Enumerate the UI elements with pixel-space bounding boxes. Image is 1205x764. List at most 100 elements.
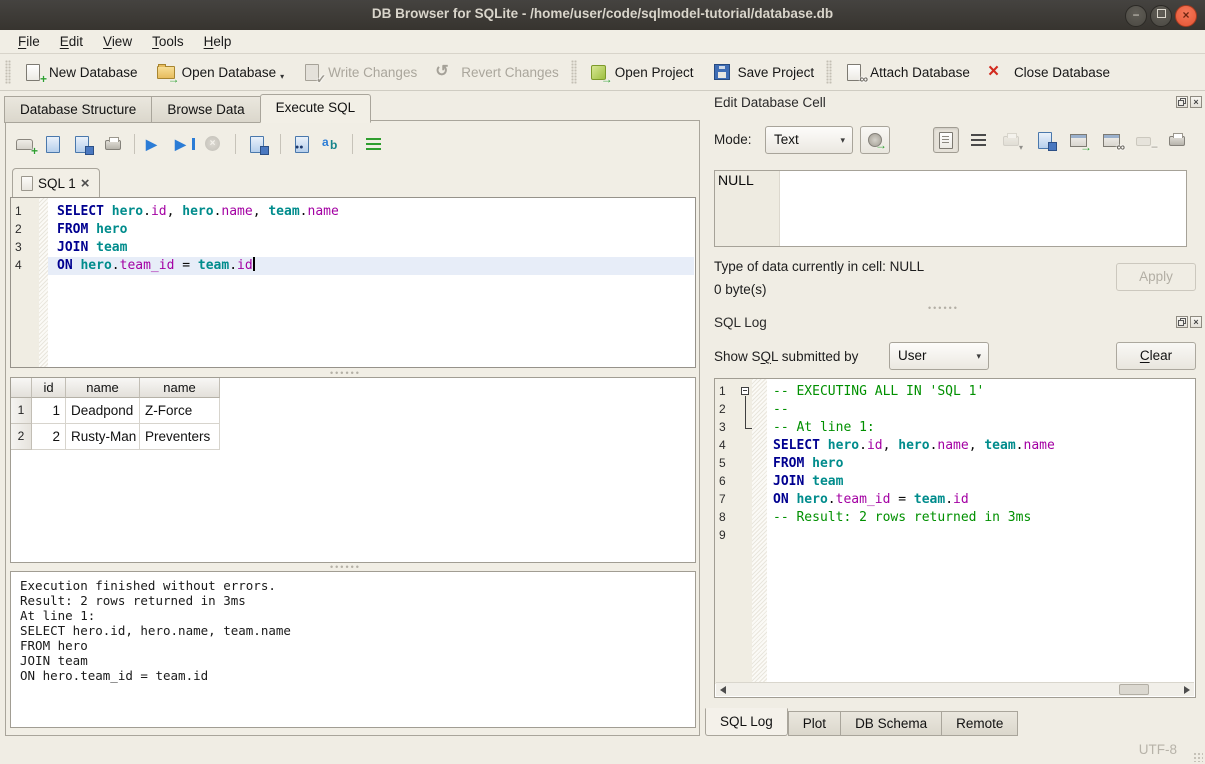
dock-tab-plot[interactable]: Plot: [788, 711, 840, 736]
open-sql-file-button[interactable]: [43, 135, 63, 153]
scroll-left-icon[interactable]: [716, 683, 730, 696]
fold-marker-icon[interactable]: [739, 383, 752, 401]
save-project-label: Save Project: [738, 65, 815, 80]
save-results-button[interactable]: ▾: [247, 135, 269, 153]
close-panel-icon[interactable]: ×: [1190, 316, 1202, 328]
code-line: 1-- EXECUTING ALL IN 'SQL 1': [715, 383, 1195, 401]
line-number: 3: [11, 240, 39, 254]
new-sql-tab-button[interactable]: +: [14, 135, 34, 153]
table-cell[interactable]: 1: [32, 398, 66, 424]
line-number: 4: [715, 438, 739, 452]
close-database-button[interactable]: ×Close Database: [979, 59, 1119, 85]
line-number: 3: [715, 420, 739, 434]
minimize-icon[interactable]: −: [1125, 5, 1147, 27]
scrollbar-thumb[interactable]: [1119, 684, 1149, 695]
link-cell-button[interactable]: ∞: [1098, 127, 1124, 153]
open-project-label: Open Project: [615, 65, 694, 80]
menu-item-help[interactable]: Help: [194, 32, 242, 51]
open-database-icon: →: [156, 63, 176, 81]
toolbar-group-handle[interactable]: [5, 60, 11, 84]
text-mode-button[interactable]: [933, 127, 959, 153]
close-sql-tab-icon[interactable]: ×: [81, 177, 90, 190]
write-changes-button: ✓Write Changes: [293, 59, 426, 85]
toolbar-group-handle[interactable]: [826, 60, 832, 84]
line-number: 5: [715, 456, 739, 470]
tab-browse-data[interactable]: Browse Data: [151, 96, 259, 123]
row-header[interactable]: 2: [11, 424, 32, 450]
log-filter-value: User: [898, 348, 927, 363]
close-panel-icon[interactable]: ×: [1190, 96, 1202, 108]
titlebar[interactable]: DB Browser for SQLite - /home/user/code/…: [0, 0, 1205, 31]
scroll-right-icon[interactable]: [1180, 683, 1194, 696]
tab-database-structure[interactable]: Database Structure: [4, 96, 151, 123]
sql-editor[interactable]: 1SELECT hero.id, hero.name, team.name2FR…: [10, 197, 696, 368]
attach-database-label: Attach Database: [870, 65, 970, 80]
results-corner-cell[interactable]: [11, 378, 32, 398]
apply-mode-button[interactable]: [860, 126, 890, 154]
table-row: 11DeadpondZ-Force: [11, 398, 695, 424]
results-grid[interactable]: idnamename11DeadpondZ-Force22Rusty-ManPr…: [10, 377, 696, 563]
table-cell[interactable]: Z-Force: [140, 398, 220, 424]
word-wrap-button[interactable]: [364, 135, 384, 153]
float-panel-icon[interactable]: [1176, 316, 1188, 328]
new-database-button[interactable]: +New Database: [14, 59, 147, 85]
table-cell[interactable]: 2: [32, 424, 66, 450]
dock-tab-db-schema[interactable]: DB Schema: [840, 711, 941, 736]
toolbar-group-handle[interactable]: [571, 60, 577, 84]
export-cell-button[interactable]: →: [1065, 127, 1091, 153]
maximize-icon[interactable]: [1150, 5, 1172, 27]
execute-line-button[interactable]: ▶: [175, 135, 195, 153]
sql-log-view[interactable]: 1-- EXECUTING ALL IN 'SQL 1'2--3-- At li…: [714, 378, 1196, 698]
toolbar-separator: [235, 134, 236, 154]
cell-value-editor[interactable]: NULL: [714, 170, 1187, 247]
open-project-button[interactable]: →Open Project: [580, 59, 703, 85]
resize-grip[interactable]: [1193, 752, 1203, 762]
dock-tab-remote[interactable]: Remote: [941, 711, 1018, 736]
row-header[interactable]: 1: [11, 398, 32, 424]
wrap-lines-button[interactable]: [966, 127, 992, 153]
sql-editor-tab[interactable]: SQL 1 ×: [12, 168, 100, 198]
export-cell-icon: →: [1068, 131, 1088, 149]
apply-button: Apply: [1116, 263, 1196, 291]
menu-item-edit[interactable]: Edit: [50, 32, 93, 51]
dock-tab-sql-log[interactable]: SQL Log: [705, 708, 788, 736]
attach-database-button[interactable]: ∞Attach Database: [835, 59, 979, 85]
splitter-handle[interactable]: ••••••: [928, 303, 959, 313]
chevron-down-icon[interactable]: ▾: [280, 72, 284, 81]
find-button[interactable]: ●●: [292, 135, 312, 153]
code-text: JOIN team: [773, 473, 843, 491]
log-filter-select[interactable]: User ▾: [889, 342, 989, 370]
save-project-button[interactable]: Save Project: [703, 59, 824, 85]
table-cell[interactable]: Deadpond: [66, 398, 140, 424]
save-sql-file-button[interactable]: ▾: [72, 135, 94, 153]
table-cell[interactable]: Rusty-Man: [66, 424, 140, 450]
mode-select[interactable]: Text ▾: [765, 126, 853, 154]
execute-all-button[interactable]: ▶: [146, 135, 166, 153]
column-header-name-2[interactable]: name: [140, 378, 220, 398]
save-file-button[interactable]: [1032, 127, 1058, 153]
menu-item-view[interactable]: View: [93, 32, 142, 51]
print-sql-button[interactable]: [103, 135, 123, 153]
code-line: 7ON hero.team_id = team.id: [715, 491, 1195, 509]
format-sql-button[interactable]: ab: [321, 135, 341, 153]
code-line: 5FROM hero: [715, 455, 1195, 473]
close-icon[interactable]: ×: [1175, 5, 1197, 27]
new-database-icon: +: [23, 63, 43, 81]
dock-tab-bar: SQL LogPlotDB SchemaRemote: [705, 708, 1018, 735]
line-number: 8: [715, 510, 739, 524]
clear-log-button[interactable]: Clear: [1116, 342, 1196, 370]
column-header-id-0[interactable]: id: [32, 378, 66, 398]
horizontal-scrollbar[interactable]: [716, 682, 1194, 696]
menu-item-file[interactable]: File: [8, 32, 50, 51]
new-sql-tab-icon: +: [14, 135, 34, 153]
table-cell[interactable]: Preventers: [140, 424, 220, 450]
tab-execute-sql[interactable]: Execute SQL: [260, 94, 372, 123]
menu-item-tools[interactable]: Tools: [142, 32, 194, 51]
float-panel-icon[interactable]: [1176, 96, 1188, 108]
sql-log-title: SQL Log: [714, 315, 767, 330]
print-cell-button[interactable]: [1164, 127, 1190, 153]
wrap-lines-icon: [969, 131, 989, 149]
open-database-button[interactable]: →Open Database▾: [147, 59, 294, 85]
code-text: SELECT hero.id, hero.name, team.name: [57, 203, 339, 221]
column-header-name-1[interactable]: name: [66, 378, 140, 398]
